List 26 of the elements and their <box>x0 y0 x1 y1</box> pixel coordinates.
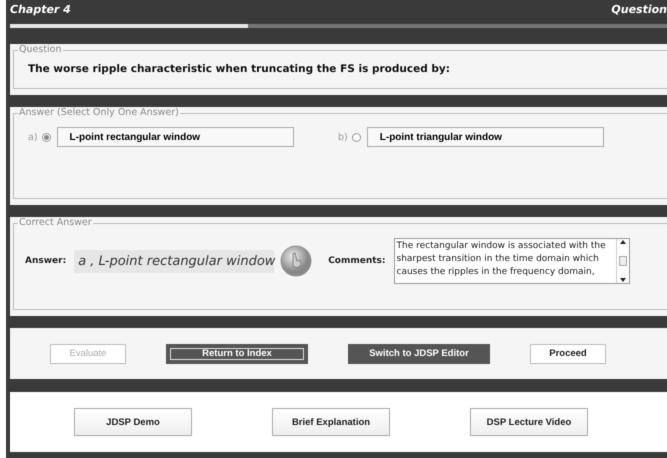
resource-button[interactable]: DSP Lecture Video <box>470 408 588 436</box>
scroll-thumb[interactable] <box>618 256 627 266</box>
option-letter: b) <box>338 132 348 142</box>
panel-legend: Question <box>18 44 62 56</box>
answer-option[interactable]: L-point rectangular window <box>56 127 294 147</box>
answer-field: a , L-point rectangular window <box>74 250 274 272</box>
radio-button[interactable] <box>42 132 51 142</box>
comments-box[interactable]: The rectangular window is associated with the sharpest transition in the time domain which causes the ripples in the frequency domain, <box>394 238 630 284</box>
answer-option[interactable]: L-point triangular window <box>366 127 604 147</box>
scroll-down-icon[interactable] <box>618 277 627 283</box>
hand-button[interactable] <box>280 245 312 277</box>
scroll-up-icon[interactable] <box>618 239 627 245</box>
question-text: The worse ripple characteristic when truncating the FS is produced by: <box>27 62 451 75</box>
action-button[interactable]: Return to Index <box>166 344 308 364</box>
question-number: Question <box>611 3 667 16</box>
action-button[interactable]: Proceed <box>530 344 606 364</box>
resource-button[interactable]: JDSP Demo <box>74 408 192 436</box>
scrollbar[interactable] <box>616 239 629 283</box>
answer-label: Answer: <box>25 256 66 266</box>
resource-button[interactable]: Brief Explanation <box>272 408 390 436</box>
comments-label: Comments: <box>328 256 386 266</box>
action-button[interactable]: Switch to JDSP Editor <box>348 344 490 364</box>
panel-legend: Answer (Select Only One Answer) <box>18 107 180 119</box>
option-letter: a) <box>28 132 38 142</box>
radio-button[interactable] <box>352 132 361 142</box>
chapter-title: Chapter 4 <box>10 3 71 16</box>
